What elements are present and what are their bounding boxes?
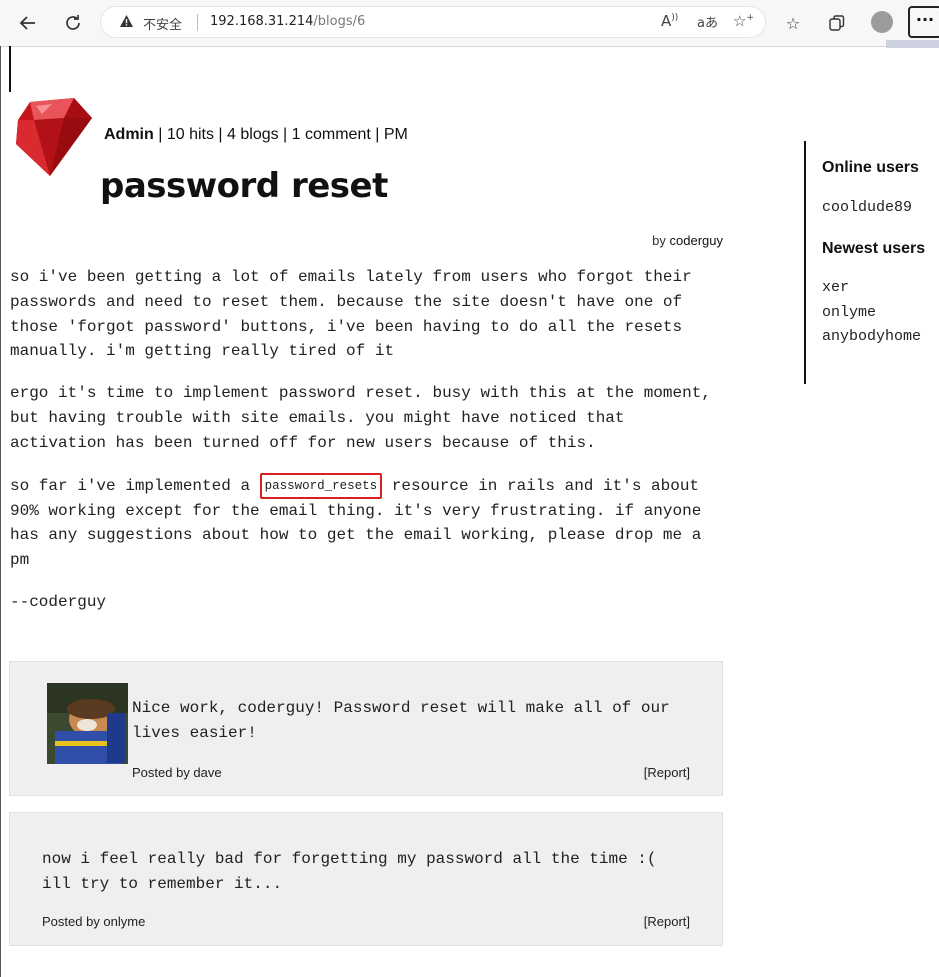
post-stats: | 10 hits | 4 blogs | 1 comment | PM — [153, 126, 408, 143]
corner-image — [886, 40, 939, 48]
byline-author-link[interactable]: coderguy — [670, 233, 723, 248]
comment: now i feel really bad for forgetting my … — [9, 812, 723, 946]
comment-author: Posted by onlyme — [42, 914, 146, 929]
post-paragraph: ergo it's time to implement password res… — [10, 384, 711, 452]
comment-text: now i feel really bad for forgetting my … — [42, 850, 657, 893]
report-link[interactable]: [Report] — [644, 765, 690, 780]
translate-icon[interactable]: aあ — [697, 12, 718, 31]
newest-user-link[interactable]: xer — [822, 276, 921, 301]
url-path: /blogs/6 — [313, 14, 366, 29]
url-text[interactable]: 192.168.31.214/blogs/6 — [210, 14, 365, 29]
report-link[interactable]: [Report] — [644, 914, 690, 929]
newest-user-link[interactable]: onlyme — [822, 301, 921, 326]
post-paragraph: so far i've implemented a password_reset… — [10, 472, 725, 573]
post-title: password reset — [100, 166, 388, 206]
post-author-link[interactable]: Admin — [104, 126, 154, 143]
comment-text: Nice work, coderguy! Password reset will… — [132, 699, 670, 742]
online-users-heading: Online users — [822, 159, 919, 176]
newest-user-link[interactable]: anybodyhome — [822, 325, 921, 350]
back-arrow-icon[interactable] — [13, 8, 43, 38]
address-divider — [197, 14, 198, 31]
address-bar[interactable]: 不安全 192.168.31.214/blogs/6 A)) aあ ☆+ — [100, 6, 766, 38]
newest-users-heading: Newest users — [822, 240, 926, 257]
avatar — [47, 683, 128, 764]
add-favorite-icon[interactable]: ☆+ — [733, 12, 754, 30]
read-aloud-icon[interactable]: A)) — [661, 12, 678, 30]
security-label[interactable]: 不安全 — [143, 14, 182, 33]
profile-icon[interactable] — [871, 11, 893, 33]
browser-toolbar: 不安全 192.168.31.214/blogs/6 A)) aあ ☆+ ☆ ·… — [0, 0, 939, 47]
byline-prefix: by — [652, 233, 666, 248]
online-users-list: cooldude89 — [822, 196, 912, 221]
warning-icon — [119, 14, 134, 32]
favorites-icon[interactable]: ☆ — [779, 9, 807, 37]
newest-users-list: xer onlyme anybodyhome — [822, 276, 921, 350]
post-meta: Admin | 10 hits | 4 blogs | 1 comment | … — [104, 126, 408, 144]
sidebar: Online users cooldude89 Newest users xer… — [804, 141, 939, 384]
post-body: so i've been getting a lot of emails lat… — [10, 265, 725, 632]
more-icon[interactable]: ··· — [908, 6, 939, 38]
online-user-link[interactable]: cooldude89 — [822, 196, 912, 221]
comment-author: Posted by dave — [132, 765, 222, 780]
ruby-logo-icon — [16, 98, 92, 176]
text-cursor — [9, 46, 11, 92]
url-host: 192.168.31.214 — [210, 14, 314, 29]
paragraph-text: so far i've implemented a — [10, 476, 260, 495]
code-snippet: password_resets — [259, 472, 383, 499]
refresh-icon[interactable] — [58, 8, 88, 38]
comment: Nice work, coderguy! Password reset will… — [9, 661, 723, 796]
post-signature: --coderguy — [10, 593, 107, 611]
page-left-border — [0, 46, 1, 977]
post-paragraph: so i've been getting a lot of emails lat… — [10, 268, 692, 361]
post-byline: by coderguy — [652, 233, 723, 248]
collections-icon[interactable] — [823, 9, 851, 37]
